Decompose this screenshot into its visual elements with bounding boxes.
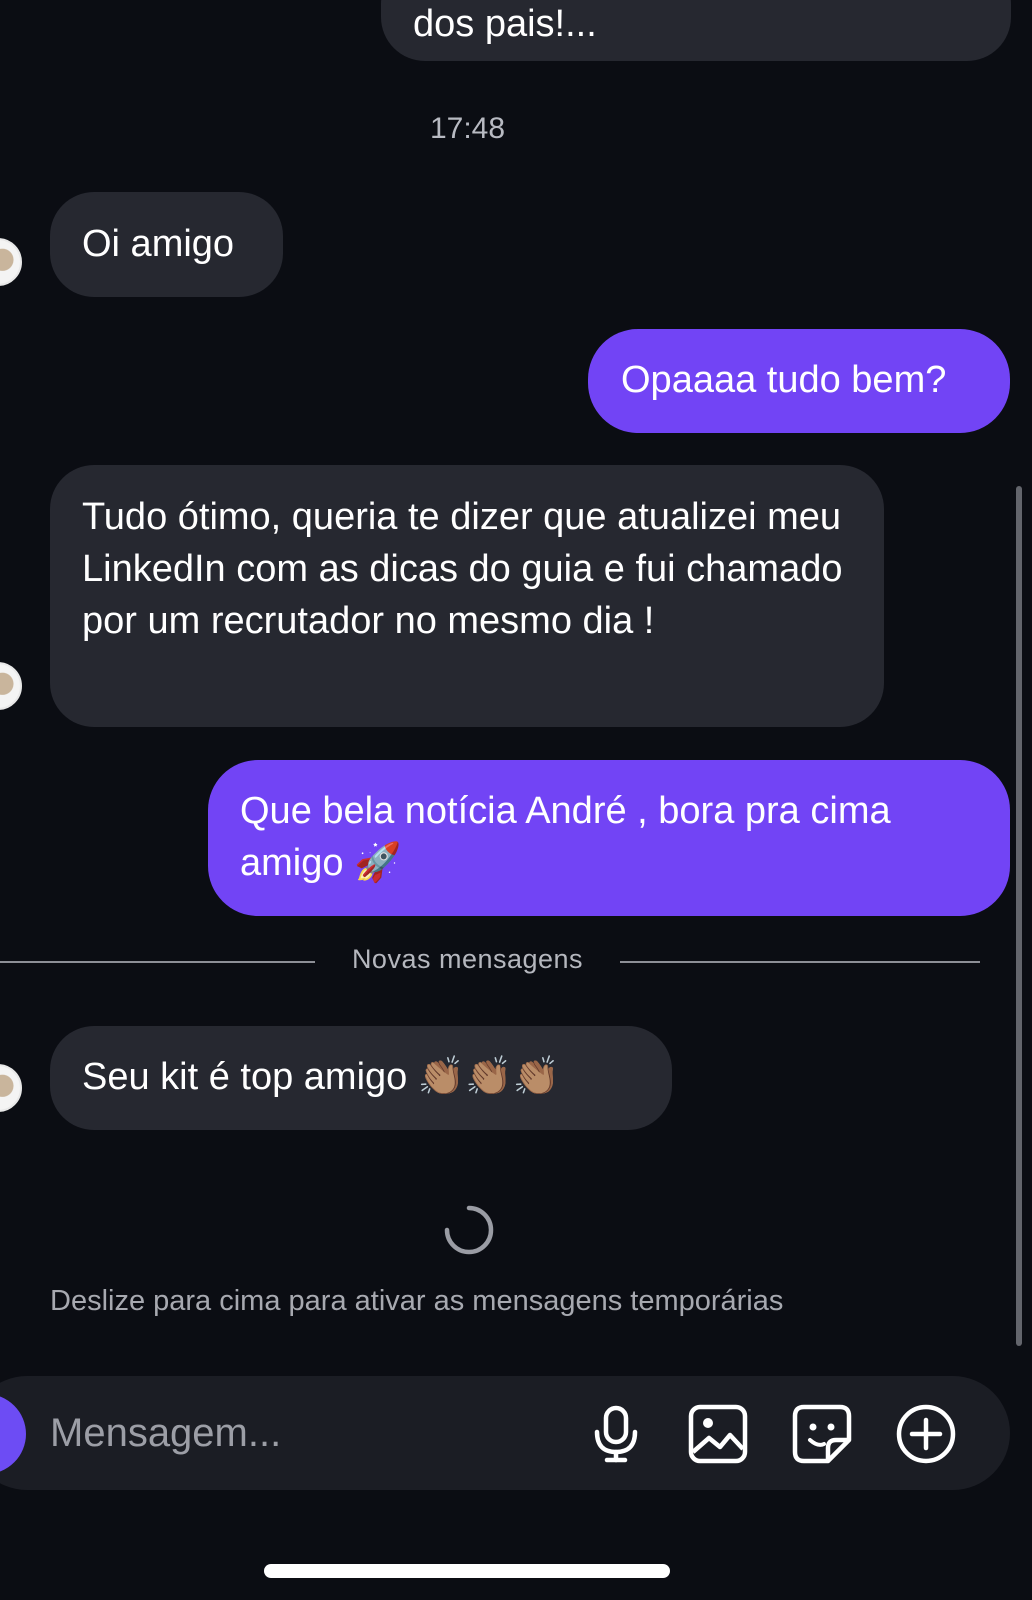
contact-avatar[interactable]: [0, 1064, 22, 1112]
outgoing-message-bubble[interactable]: Opaaaa tudo bem?: [588, 329, 1010, 433]
divider-line-left: [0, 961, 315, 963]
message-text: Tudo ótimo, queria te dizer que atualize…: [82, 496, 843, 642]
add-icon[interactable]: [894, 1402, 958, 1466]
microphone-icon[interactable]: [584, 1402, 648, 1466]
outgoing-message-bubble[interactable]: Que bela notícia André , bora pra cima a…: [208, 760, 1010, 916]
sticker-icon[interactable]: [790, 1402, 854, 1466]
previous-message-bubble[interactable]: dos pais!...: [381, 0, 1011, 61]
message-text: Opaaaa tudo bem?: [621, 359, 947, 401]
message-text: Seu kit é top amigo 👏🏽👏🏽👏🏽: [82, 1056, 560, 1098]
message-text: Oi amigo: [82, 223, 235, 265]
gallery-icon[interactable]: [686, 1402, 750, 1466]
incoming-message-bubble[interactable]: Oi amigo: [50, 192, 283, 297]
new-messages-divider: Novas mensagens: [351, 944, 584, 974]
message-timestamp: 17:48: [429, 112, 506, 145]
home-indicator[interactable]: [264, 1564, 670, 1578]
loading-spinner-icon: [444, 1205, 494, 1255]
message-input[interactable]: [50, 1402, 570, 1464]
message-text: Que bela notícia André , bora pra cima a…: [240, 790, 891, 884]
contact-avatar[interactable]: [0, 238, 22, 286]
incoming-message-bubble[interactable]: Seu kit é top amigo 👏🏽👏🏽👏🏽: [50, 1026, 672, 1130]
divider-line-right: [620, 961, 980, 963]
contact-avatar[interactable]: [0, 662, 22, 710]
temporary-messages-hint: Deslize para cima para ativar as mensage…: [50, 1285, 784, 1317]
previous-message-text: dos pais!...: [413, 3, 597, 45]
incoming-message-bubble[interactable]: Tudo ótimo, queria te dizer que atualize…: [50, 465, 884, 727]
scrollbar[interactable]: [1016, 486, 1022, 1346]
